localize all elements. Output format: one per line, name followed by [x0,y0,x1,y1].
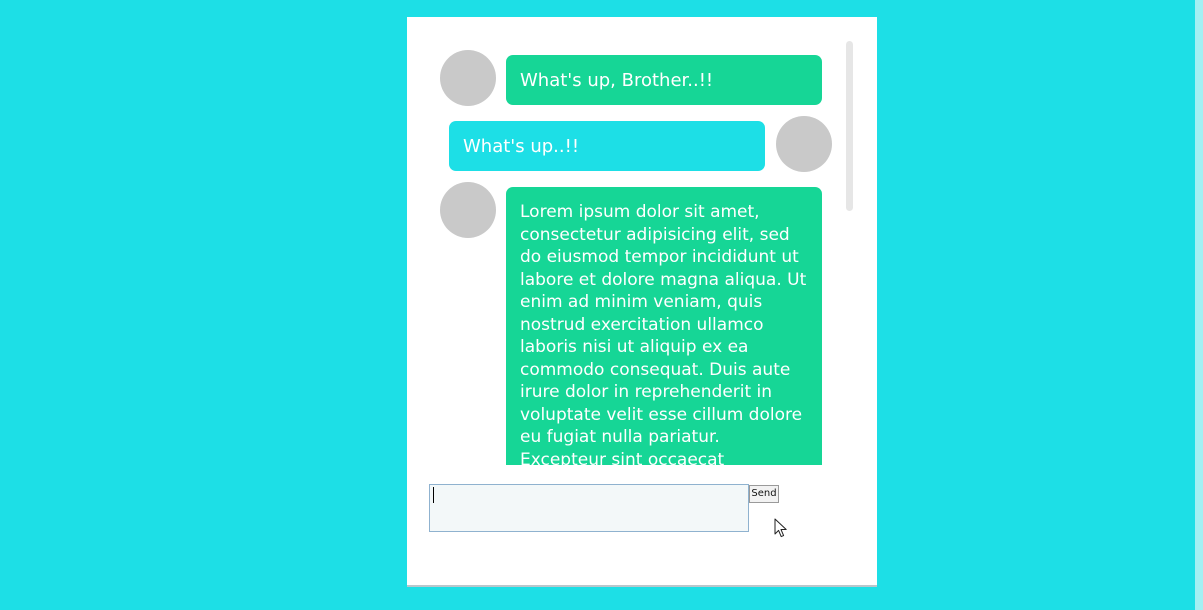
message-bubble-incoming: Lorem ipsum dolor sit amet, consectetur … [506,187,822,465]
avatar [440,50,496,106]
chat-window: What's up, Brother..!! What's up..!! Lor… [407,17,877,585]
page-edge [1195,0,1203,610]
scrollbar[interactable] [846,41,853,211]
message-bubble-incoming: What's up, Brother..!! [506,55,822,105]
message-list[interactable]: What's up, Brother..!! What's up..!! Lor… [407,17,877,465]
message-input[interactable] [429,484,749,532]
avatar [440,182,496,238]
avatar [776,116,832,172]
message-bubble-outgoing: What's up..!! [449,121,765,171]
mouse-pointer-icon [774,518,787,538]
text-caret [433,487,434,503]
send-button[interactable]: Send [749,485,779,503]
